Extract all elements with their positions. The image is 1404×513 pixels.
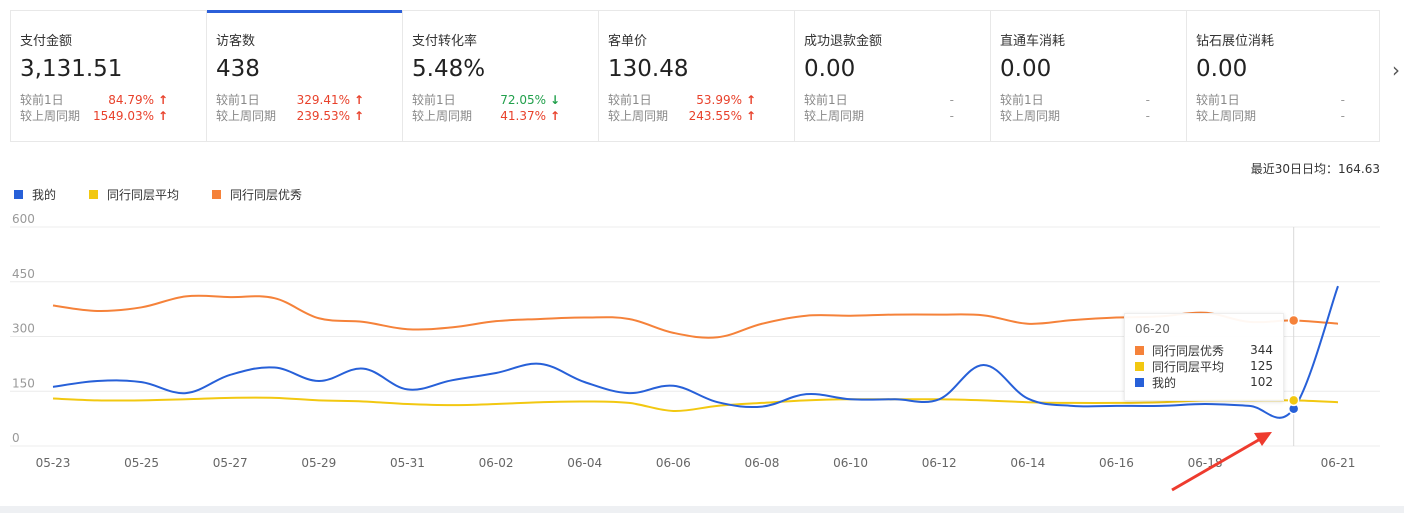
tooltip-series-name: 我的 <box>1152 375 1177 390</box>
series-point <box>1287 394 1300 407</box>
tooltip-row: 同行同层优秀 344 <box>1135 342 1273 358</box>
tooltip-series-value: 125 <box>1250 359 1273 373</box>
x-tick-label: 06-14 <box>1010 456 1045 470</box>
tooltip-swatch <box>1135 377 1144 387</box>
x-tick-label: 06-12 <box>922 456 957 470</box>
bottom-divider <box>0 506 1404 513</box>
y-tick-label: 300 <box>12 322 35 336</box>
tooltip-row: 同行同层平均 125 <box>1135 358 1273 374</box>
tooltip-series-value: 102 <box>1250 375 1273 389</box>
x-tick-label: 05-29 <box>301 456 336 470</box>
x-tick-label: 05-27 <box>213 456 248 470</box>
x-tick-label: 06-21 <box>1321 456 1356 470</box>
x-tick-label: 05-25 <box>124 456 159 470</box>
trend-chart: 0 150 300 450 600 05-23 05-25 05-27 05-29 05-31 06… <box>10 212 1380 492</box>
tooltip-series-name: 同行同层优秀 <box>1152 343 1225 358</box>
tooltip-series-value: 344 <box>1250 343 1273 357</box>
x-tick-label: 05-31 <box>390 456 425 470</box>
annotation-arrow-head <box>1254 432 1272 446</box>
x-tick-label: 06-10 <box>833 456 868 470</box>
series-point <box>1287 314 1300 327</box>
tooltip-swatch <box>1135 345 1144 355</box>
x-tick-label: 06-04 <box>567 456 602 470</box>
tooltip-series-name: 同行同层平均 <box>1152 359 1225 374</box>
y-tick-label: 600 <box>12 212 35 226</box>
y-tick-label: 0 <box>12 431 20 445</box>
x-tick-label: 05-23 <box>36 456 71 470</box>
x-tick-label: 06-16 <box>1099 456 1134 470</box>
y-tick-label: 450 <box>12 267 35 281</box>
tooltip-row: 我的 102 <box>1135 374 1273 390</box>
tooltip-date: 06-20 <box>1135 322 1170 336</box>
chart-tooltip: 06-20 同行同层优秀 344 同行同层平均 125 我的 102 <box>1124 313 1284 401</box>
y-tick-label: 150 <box>12 376 35 390</box>
x-tick-label: 06-02 <box>479 456 514 470</box>
x-tick-label: 06-08 <box>745 456 780 470</box>
tooltip-swatch <box>1135 361 1144 371</box>
x-tick-label: 06-06 <box>656 456 691 470</box>
